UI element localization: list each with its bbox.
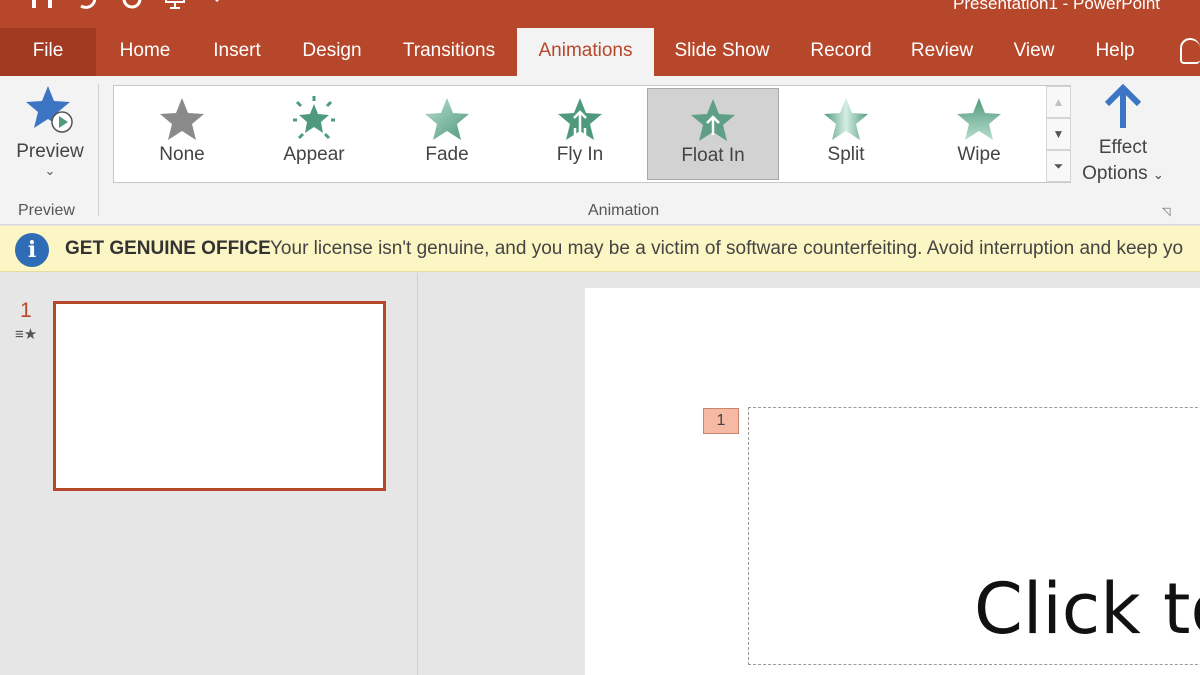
title-bar: Presentation1 - PowerPoint xyxy=(0,0,1200,28)
dialog-launcher-icon[interactable]: ◹ xyxy=(1162,205,1170,218)
split-star-icon xyxy=(824,98,868,140)
notification-message: Your license isn't genuine, and you may … xyxy=(270,238,1184,259)
gallery-label: Appear xyxy=(283,144,345,165)
notification-title: GET GENUINE OFFICE xyxy=(65,238,271,259)
tab-record[interactable]: Record xyxy=(800,28,882,76)
float-in-star-icon xyxy=(691,99,735,141)
tab-review[interactable]: Review xyxy=(902,28,982,76)
effect-options-button[interactable]: Effect Options ⌄ xyxy=(1074,83,1172,194)
tab-file[interactable]: File xyxy=(0,28,96,76)
group-label-animation: Animation xyxy=(588,202,660,219)
gallery-scroll: ▲ ▼ ⏷ xyxy=(1046,86,1071,182)
tab-help[interactable]: Help xyxy=(1086,28,1144,76)
tab-design[interactable]: Design xyxy=(290,28,374,76)
none-star-icon xyxy=(160,98,204,140)
ribbon-tabs: File Home Insert Design Transitions Anim… xyxy=(0,28,1200,76)
gallery-label: Wipe xyxy=(957,144,1001,165)
group-label-preview: Preview xyxy=(18,202,75,219)
gallery-scroll-down-button[interactable]: ▼ xyxy=(1046,118,1071,150)
preview-button[interactable]: Preview ⌄ xyxy=(8,84,92,194)
gallery-item-split[interactable]: Split xyxy=(780,88,912,180)
animation-indicator-icon: ≡★ xyxy=(15,326,38,343)
appear-star-icon xyxy=(293,96,335,140)
gallery-more-button[interactable]: ⏷ xyxy=(1046,150,1071,182)
preview-star-icon xyxy=(26,86,73,133)
gallery-item-wipe[interactable]: Wipe xyxy=(913,88,1045,180)
placeholder-text: Click to xyxy=(974,568,1200,650)
preview-label: Preview xyxy=(16,141,84,162)
gallery-label: Split xyxy=(827,144,865,165)
fade-star-icon xyxy=(425,98,469,140)
gallery-label: Fly In xyxy=(556,144,604,165)
effect-options-label-1: Effect xyxy=(1098,137,1148,158)
fly-in-star-icon xyxy=(558,98,602,140)
ribbon: Preview ⌄ Preview None Appear Fade Fly I… xyxy=(0,76,1200,225)
wipe-star-icon xyxy=(957,98,1001,140)
gallery-label: None xyxy=(159,144,205,165)
tab-transitions[interactable]: Transitions xyxy=(392,28,506,76)
gallery-item-float-in[interactable]: Float In xyxy=(647,88,779,180)
gallery-scroll-up-button[interactable]: ▲ xyxy=(1046,86,1071,118)
undo-icon[interactable] xyxy=(72,0,102,17)
arrow-up-icon xyxy=(1104,83,1142,128)
title-placeholder[interactable]: Click to xyxy=(748,407,1200,665)
chevron-down-icon: ⌄ xyxy=(44,163,56,178)
animation-gallery: None Appear Fade Fly In Float In Split W… xyxy=(113,85,1071,183)
gallery-item-fly-in[interactable]: Fly In xyxy=(514,88,646,180)
license-notification-bar: i GET GENUINE OFFICE Your license isn't … xyxy=(0,226,1200,272)
tab-view[interactable]: View xyxy=(1004,28,1064,76)
gallery-item-fade[interactable]: Fade xyxy=(381,88,513,180)
tab-animations[interactable]: Animations xyxy=(517,28,654,76)
quick-access-toolbar xyxy=(30,0,226,17)
animation-order-tag[interactable]: 1 xyxy=(703,408,739,434)
window-title: Presentation1 - PowerPoint xyxy=(953,0,1160,13)
info-icon: i xyxy=(15,233,49,267)
tab-insert[interactable]: Insert xyxy=(198,28,276,76)
slide-thumbnail-pane: 1 ≡★ xyxy=(0,273,418,675)
customize-qat-icon[interactable] xyxy=(208,0,226,17)
gallery-label: Float In xyxy=(681,145,745,166)
gallery-item-appear[interactable]: Appear xyxy=(248,88,380,180)
tab-home[interactable]: Home xyxy=(104,28,186,76)
gallery-label: Fade xyxy=(425,144,469,165)
tab-slide-show[interactable]: Slide Show xyxy=(665,28,779,76)
present-from-start-icon[interactable] xyxy=(162,0,190,17)
save-icon[interactable] xyxy=(30,0,54,17)
slide-editing-area: 1 Click to xyxy=(419,273,1200,675)
group-separator xyxy=(98,84,99,216)
gallery-item-none[interactable]: None xyxy=(116,88,248,180)
redo-icon[interactable] xyxy=(120,0,144,17)
tell-me-lightbulb-icon[interactable] xyxy=(1180,38,1200,64)
slide-thumbnail[interactable] xyxy=(53,301,386,491)
chevron-down-icon: ⌄ xyxy=(1152,167,1164,182)
effect-options-label-2: Options xyxy=(1082,163,1148,184)
slide-number: 1 xyxy=(20,299,32,322)
